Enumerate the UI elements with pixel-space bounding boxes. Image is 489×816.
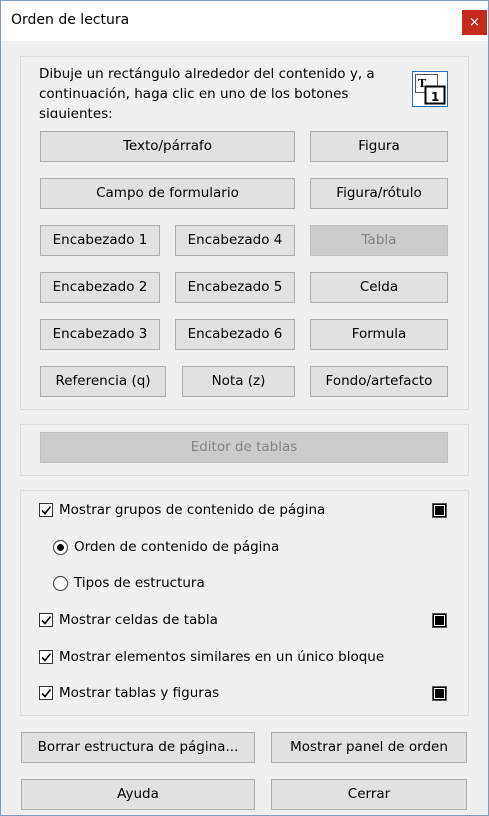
tables-figures-color-swatch[interactable] [432, 686, 447, 701]
table-cells-color-swatch[interactable] [432, 613, 447, 628]
background-artifact-button[interactable]: Fondo/artefacto [310, 366, 448, 397]
heading-3-button[interactable]: Encabezado 3 [40, 319, 160, 350]
close-dialog-button[interactable]: Cerrar [271, 779, 467, 810]
note-button[interactable]: Nota (z) [182, 366, 295, 397]
figure-caption-button[interactable]: Figura/rótulo [310, 178, 448, 209]
show-tables-figures-checkbox[interactable] [39, 686, 53, 700]
heading-6-button[interactable]: Encabezado 6 [175, 319, 295, 350]
structure-types-option[interactable]: Tipos de estructura [53, 572, 205, 594]
show-page-content-groups-label: Mostrar grupos de contenido de página [59, 502, 326, 518]
reading-order-dialog: Orden de lectura × Dibuje un rectángulo … [0, 0, 489, 816]
page-content-order-label: Orden de contenido de página [74, 539, 280, 555]
table-button: Tabla [310, 225, 448, 256]
show-page-content-groups-checkbox[interactable] [39, 503, 53, 517]
reference-button[interactable]: Referencia (q) [40, 366, 166, 397]
heading-4-button[interactable]: Encabezado 4 [175, 225, 295, 256]
show-similar-elements-checkbox[interactable] [39, 650, 53, 664]
heading-1-button[interactable]: Encabezado 1 [40, 225, 160, 256]
instructions-text: Dibuje un rectángulo alrededor del conte… [39, 66, 375, 118]
page-content-order-option[interactable]: Orden de contenido de página [53, 536, 279, 558]
text-paragraph-button[interactable]: Texto/párrafo [40, 131, 295, 162]
structure-types-radio[interactable] [53, 575, 68, 591]
form-field-button[interactable]: Campo de formulario [40, 178, 295, 209]
formula-button[interactable]: Formula [310, 319, 448, 350]
show-table-cells-checkbox[interactable] [39, 613, 53, 627]
show-table-cells-option[interactable]: Mostrar celdas de tabla [39, 609, 218, 631]
touch-up-tag-icon: T 1 [412, 71, 448, 107]
title-bar[interactable]: Orden de lectura × [1, 1, 488, 41]
help-button[interactable]: Ayuda [21, 779, 255, 810]
svg-text:1: 1 [431, 90, 439, 104]
show-page-content-groups-option[interactable]: Mostrar grupos de contenido de página [39, 499, 325, 521]
show-similar-elements-option[interactable]: Mostrar elementos similares en un único … [39, 646, 384, 668]
heading-5-button[interactable]: Encabezado 5 [175, 272, 295, 303]
content-groups-color-swatch[interactable] [432, 503, 447, 518]
structure-types-label: Tipos de estructura [74, 575, 205, 591]
show-tables-figures-option[interactable]: Mostrar tablas y figuras [39, 682, 219, 704]
cell-button[interactable]: Celda [310, 272, 448, 303]
table-editor-button: Editor de tablas [40, 432, 448, 463]
svg-text:T: T [418, 77, 427, 90]
clear-page-structure-button[interactable]: Borrar estructura de página... [21, 732, 255, 763]
show-order-panel-button[interactable]: Mostrar panel de orden [271, 732, 467, 763]
figure-button[interactable]: Figura [310, 131, 448, 162]
close-button[interactable]: × [462, 10, 487, 35]
show-similar-elements-label: Mostrar elementos similares en un único … [59, 649, 385, 665]
page-content-order-radio[interactable] [53, 539, 68, 555]
show-table-cells-label: Mostrar celdas de tabla [59, 612, 218, 628]
show-tables-figures-label: Mostrar tablas y figuras [59, 685, 220, 701]
dialog-title: Orden de lectura [11, 12, 130, 28]
heading-2-button[interactable]: Encabezado 2 [40, 272, 160, 303]
